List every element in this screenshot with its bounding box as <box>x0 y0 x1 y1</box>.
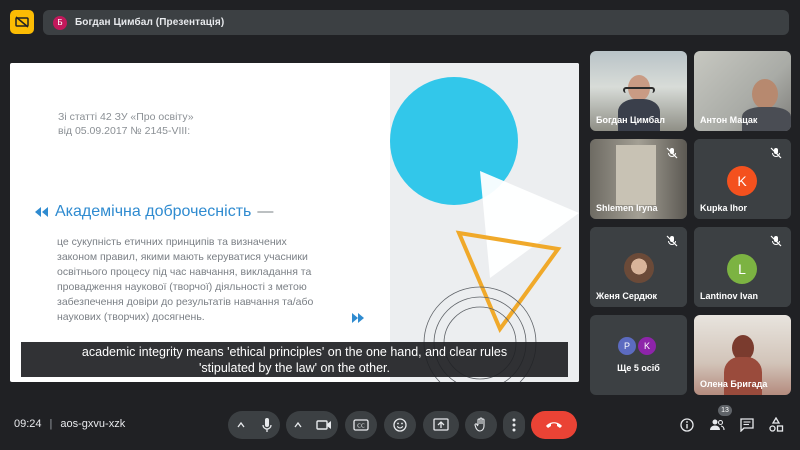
presenter-chip[interactable]: Б Богдан Цимбал (Презентація) <box>43 10 789 35</box>
participant-tile[interactable]: Антон Мацак <box>694 51 791 131</box>
participant-name: Lantinov Ivan <box>700 291 759 301</box>
participant-avatar: P <box>618 337 636 355</box>
end-call-icon <box>546 422 562 428</box>
activities-button[interactable] <box>768 417 784 433</box>
no-presenting-icon[interactable] <box>10 10 34 34</box>
participant-tile[interactable]: Женя Сердюк <box>590 227 687 307</box>
participant-tile[interactable]: Богдан Цимбал <box>590 51 687 131</box>
meeting-details: 09:24 | aos-gxvu-xzk <box>14 418 125 430</box>
camera-icon[interactable] <box>315 419 332 431</box>
mic-control[interactable] <box>228 411 280 439</box>
reactions-button[interactable] <box>384 411 416 439</box>
double-arrow-left-icon <box>35 207 48 217</box>
clock: 09:24 <box>14 418 42 430</box>
slide-heading-row: Академічна доброчесність — <box>35 203 273 221</box>
meeting-info-button[interactable] <box>679 417 695 433</box>
more-participants-tile[interactable]: P K Ще 5 осіб <box>590 315 687 395</box>
svg-text:CC: CC <box>357 424 365 430</box>
participant-avatar: K <box>638 337 656 355</box>
people-icon <box>710 419 725 431</box>
chat-icon <box>740 418 754 432</box>
mic-off-icon <box>666 235 678 247</box>
participant-tile[interactable]: L Lantinov Ivan <box>694 227 791 307</box>
separator: | <box>49 418 53 430</box>
double-arrow-right-icon <box>352 313 364 323</box>
hand-icon <box>474 417 485 432</box>
more-icon <box>512 418 516 432</box>
raise-hand-button[interactable] <box>465 411 497 439</box>
participant-tile[interactable]: Олена Бригада <box>694 315 791 395</box>
live-caption: academic integrity means 'ethical princi… <box>21 342 568 377</box>
activities-icon <box>769 417 784 432</box>
present-icon <box>433 418 449 431</box>
mic-off-icon <box>770 147 782 159</box>
mic-off-icon <box>666 147 678 159</box>
presenter-label: Богдан Цимбал (Презентація) <box>75 17 225 28</box>
participant-name: Женя Сердюк <box>596 291 658 301</box>
more-options-button[interactable] <box>503 411 525 439</box>
participant-name: Shlemen Iryna <box>596 203 658 213</box>
participant-name: Антон Мацак <box>700 115 758 125</box>
slide-heading: Академічна доброчесність <box>55 203 252 220</box>
mic-off-icon <box>770 235 782 247</box>
slide-heading-dash: — <box>257 203 274 220</box>
presentation-slide: Зі статті 42 ЗУ «Про освіту» від 05.09.2… <box>10 63 579 382</box>
slide-source: Зі статті 42 ЗУ «Про освіту» від 05.09.2… <box>58 111 194 137</box>
participant-name: Богдан Цимбал <box>596 115 665 125</box>
participant-name: Олена Бригада <box>700 379 768 389</box>
meeting-code: aos-gxvu-xzk <box>60 418 126 430</box>
participant-name: Kupka Ihor <box>700 203 748 213</box>
participant-photo <box>624 253 654 283</box>
present-button[interactable] <box>423 411 459 439</box>
captions-icon: CC <box>353 419 369 431</box>
chevron-up-icon[interactable] <box>293 421 303 429</box>
participant-avatar: K <box>727 166 757 196</box>
info-icon <box>680 418 694 432</box>
participant-avatar: L <box>727 254 757 284</box>
participant-tile[interactable]: Shlemen Iryna <box>590 139 687 219</box>
leave-call-button[interactable] <box>531 411 577 439</box>
chevron-up-icon[interactable] <box>236 421 246 429</box>
presenter-avatar: Б <box>53 15 67 30</box>
participant-count-badge: 13 <box>718 405 732 416</box>
chat-button[interactable] <box>739 417 755 433</box>
people-button[interactable] <box>709 417 725 433</box>
emoji-icon <box>393 418 407 432</box>
camera-control[interactable] <box>286 411 338 439</box>
mic-icon[interactable] <box>261 417 273 433</box>
captions-button[interactable]: CC <box>345 411 377 439</box>
participant-tile[interactable]: K Kupka Ihor <box>694 139 791 219</box>
slide-body: це сукупність етичних принципів та визна… <box>57 236 314 323</box>
more-participants-label: Ще 5 осіб <box>617 363 660 373</box>
